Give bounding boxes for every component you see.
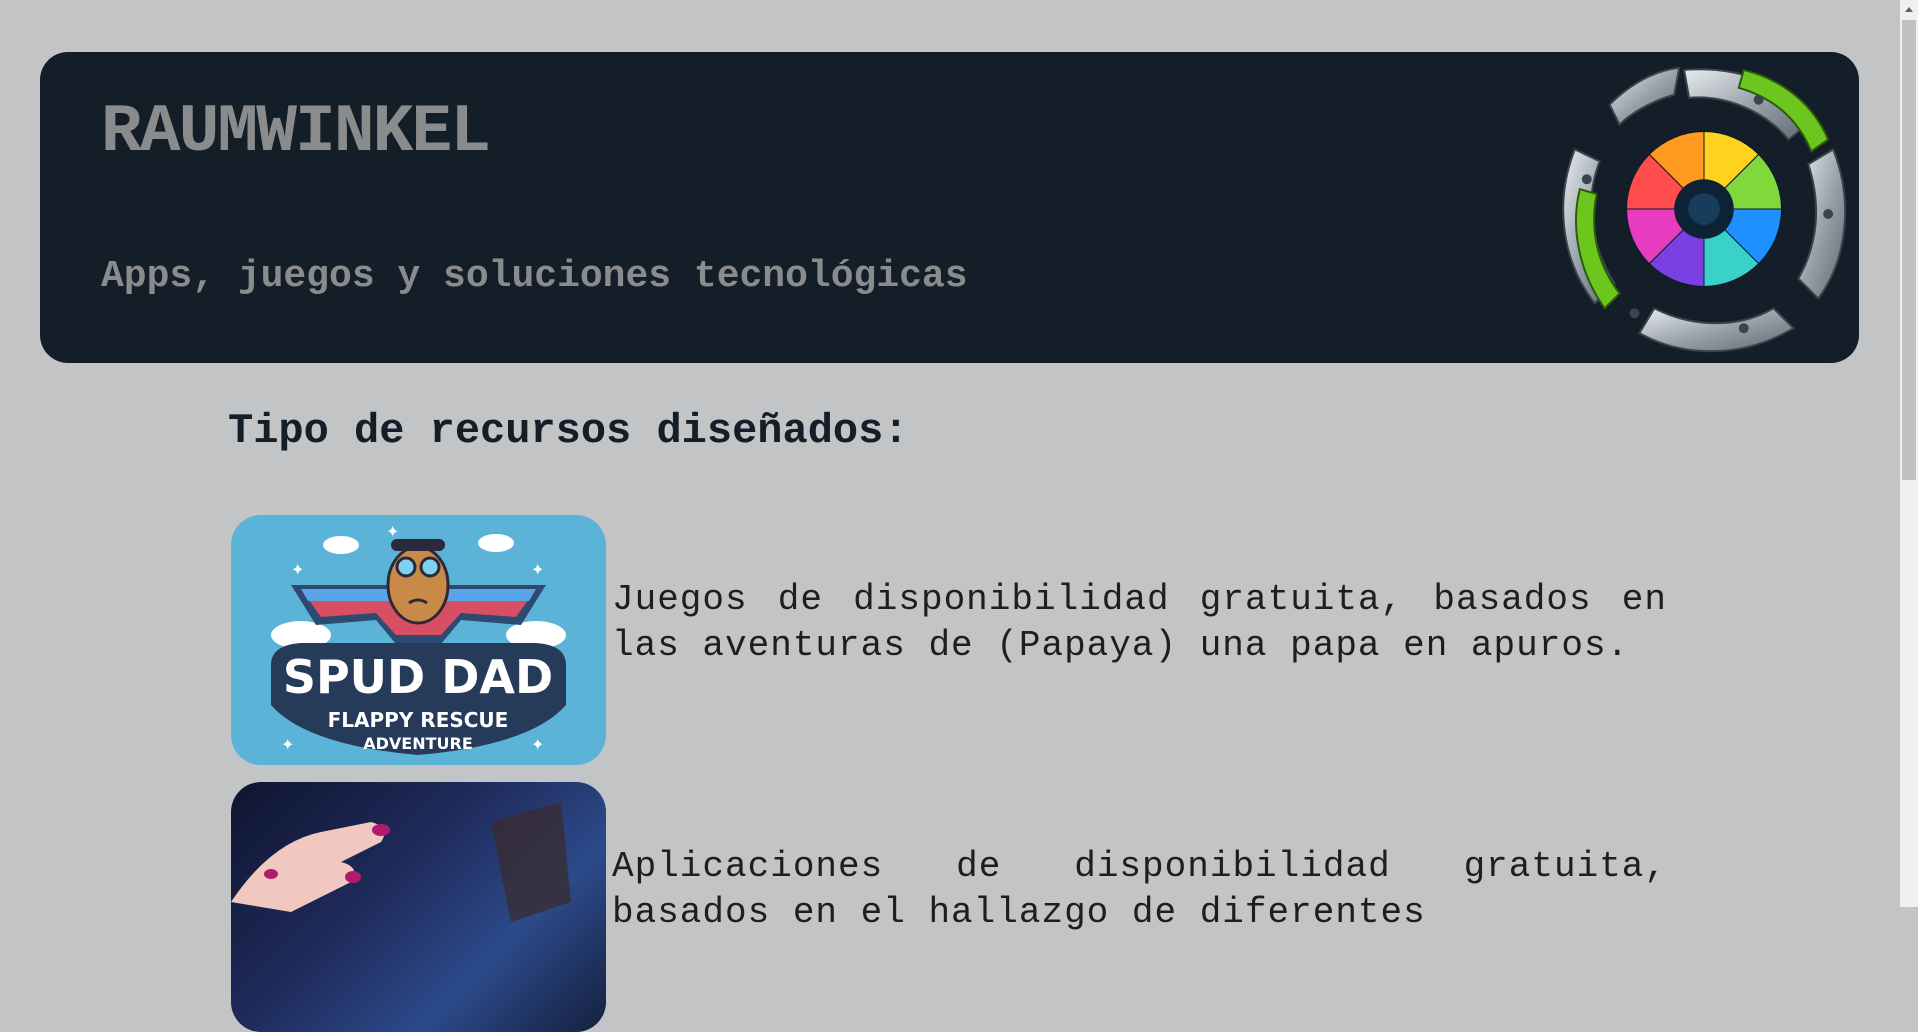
adventure-text: ADVENTURE: [363, 734, 473, 753]
spud-dad-logo-icon: ✦ ✦ ✦ ✦ ✦ SPUD DAD FLAPPY RESCUE ADVENTU…: [271, 522, 566, 755]
svg-text:✦: ✦: [531, 560, 544, 579]
svg-text:✦: ✦: [531, 735, 544, 754]
svg-text:✦: ✦: [281, 735, 294, 754]
apps-thumbnail[interactable]: [231, 782, 606, 1032]
aperture-logo-icon[interactable]: [1555, 64, 1853, 354]
svg-text:✦: ✦: [291, 560, 304, 579]
scrollbar-thumb[interactable]: [1902, 20, 1916, 480]
spud-dad-title: SPUD DAD: [283, 650, 553, 704]
site-subtitle: Apps, juegos y soluciones tecnológicas: [101, 255, 968, 298]
vertical-scrollbar[interactable]: [1900, 0, 1918, 907]
apps-description: Aplicaciones de disponibilidad gratuita,…: [612, 846, 1667, 933]
flappy-rescue-text: FLAPPY RESCUE: [328, 708, 509, 732]
scroll-up-arrow-icon[interactable]: [1900, 0, 1918, 18]
spud-dad-game-thumbnail[interactable]: ✦ ✦ ✦ ✦ ✦ SPUD DAD FLAPPY RESCUE ADVENTU…: [231, 515, 606, 765]
site-title: RAUMWINKEL: [101, 94, 491, 171]
site-header: RAUMWINKEL Apps, juegos y soluciones tec…: [40, 52, 1859, 363]
hand-on-device-image-icon: [231, 802, 571, 922]
section-heading: Tipo de recursos diseñados:: [228, 407, 909, 455]
svg-text:✦: ✦: [386, 522, 399, 541]
games-description: Juegos de disponibilidad gratuita, basad…: [612, 579, 1667, 666]
